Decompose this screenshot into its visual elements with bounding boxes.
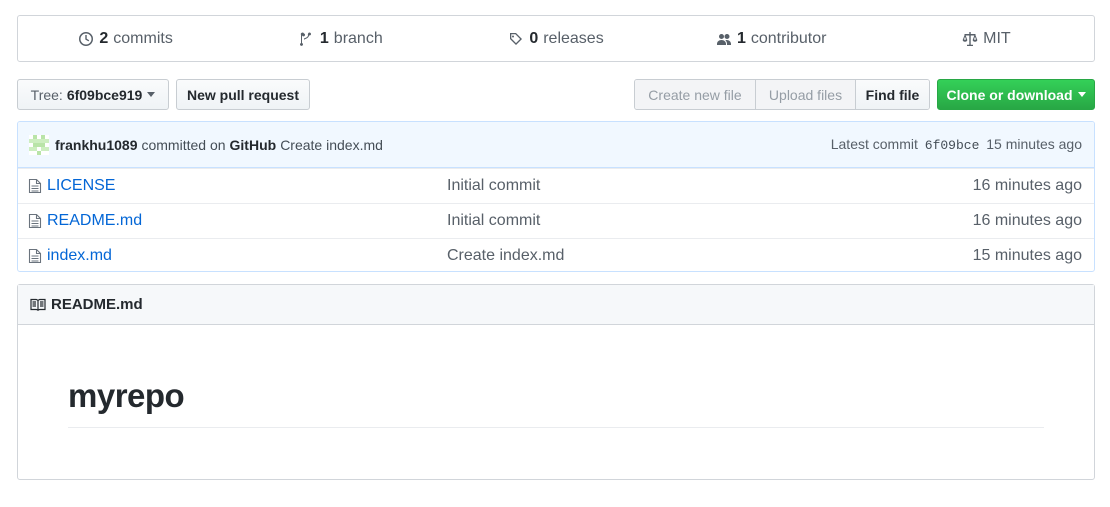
license-link[interactable]: MIT — [879, 30, 1094, 48]
committer-platform: GitHub — [229, 136, 277, 153]
avatar[interactable] — [29, 134, 49, 155]
create-new-file-button[interactable]: Create new file — [635, 80, 756, 109]
tree-label: Tree: — [30, 86, 63, 103]
file-commit-message-link[interactable]: Initial commit — [447, 212, 973, 230]
file-list: frankhu1089 committed on GitHub Create i… — [17, 121, 1095, 272]
file-age: 15 minutes ago — [972, 247, 1082, 264]
readme-title: myrepo — [68, 377, 185, 414]
upload-files-button[interactable]: Upload files — [756, 80, 856, 109]
file-icon — [28, 213, 42, 229]
file-age: 16 minutes ago — [972, 177, 1082, 194]
tag-icon — [510, 32, 523, 45]
book-icon — [30, 298, 46, 311]
branch-select-button[interactable]: Tree: 6f09bce919 — [17, 79, 169, 110]
commits-link[interactable]: 2 commits — [18, 30, 233, 48]
license-label: MIT — [983, 29, 1011, 47]
file-commit-message-link[interactable]: Create index.md — [447, 247, 973, 265]
latest-commit-info: Latest commit 6f09bce 15 minutes ago — [831, 136, 1082, 153]
releases-link[interactable]: 0 releases — [448, 30, 663, 48]
committed-on-text: committed on — [141, 136, 226, 153]
contributors-link[interactable]: 1 contributor — [664, 30, 879, 48]
history-icon — [79, 31, 94, 46]
file-age: 16 minutes ago — [972, 212, 1082, 229]
branch-icon — [299, 31, 311, 46]
commit-author-link[interactable]: frankhu1089 — [55, 137, 137, 153]
contributor-count: 1 — [736, 29, 746, 47]
table-row: LICENSE Initial commit 16 minutes ago — [18, 168, 1094, 203]
commits-count: 2 — [99, 29, 109, 47]
readme-panel: README.md myrepo — [17, 284, 1095, 480]
caret-down-icon — [1077, 92, 1086, 97]
clone-label: Clone or download — [946, 86, 1073, 103]
file-icon — [28, 248, 42, 264]
contributor-label: contributor — [750, 29, 827, 47]
heading-divider — [68, 427, 1044, 428]
readme-filename: README.md — [51, 296, 143, 313]
commits-label: commits — [113, 29, 173, 47]
table-row: README.md Initial commit 16 minutes ago — [18, 203, 1094, 238]
table-row: index.md Create index.md 15 minutes ago — [18, 238, 1094, 271]
new-pull-request-button[interactable]: New pull request — [176, 79, 310, 110]
file-actions-group: Create new file Upload files Find file — [634, 79, 930, 110]
clone-or-download-button[interactable]: Clone or download — [937, 79, 1095, 110]
branch-count: 1 — [319, 29, 329, 47]
file-name-link[interactable]: README.md — [47, 212, 447, 230]
commit-message-link[interactable]: Create index.md — [280, 137, 383, 153]
commit-sha-link[interactable]: 6f09bce — [925, 138, 980, 153]
file-commit-message-link[interactable]: Initial commit — [447, 177, 973, 195]
branch-label: branch — [333, 29, 383, 47]
file-name-link[interactable]: LICENSE — [47, 177, 447, 195]
releases-label: releases — [543, 29, 604, 47]
find-file-button[interactable]: Find file — [856, 80, 929, 109]
releases-count: 0 — [529, 29, 539, 47]
file-icon — [28, 178, 42, 194]
tree-sha: 6f09bce919 — [66, 86, 143, 103]
commit-age: 15 minutes ago — [986, 136, 1082, 152]
branches-link[interactable]: 1 branch — [233, 30, 448, 48]
caret-down-icon — [147, 92, 156, 97]
repo-summary-bar: 2 commits 1 branch 0 releases 1 contribu… — [17, 15, 1095, 62]
people-icon — [716, 33, 731, 45]
law-icon — [962, 31, 978, 46]
latest-commit-bar: frankhu1089 committed on GitHub Create i… — [18, 122, 1094, 168]
file-name-link[interactable]: index.md — [47, 247, 447, 265]
readme-header: README.md — [18, 285, 1094, 325]
latest-commit-label: Latest commit — [830, 136, 918, 152]
